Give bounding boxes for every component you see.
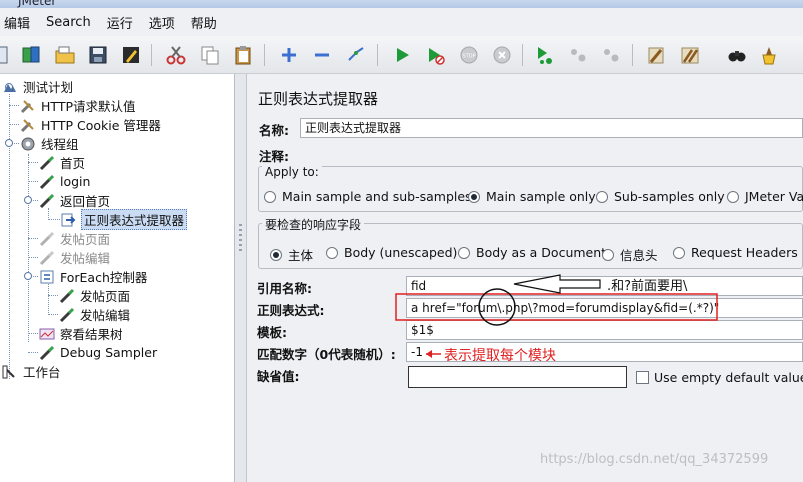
tree-node-return-home[interactable]: 返回首页: [39, 191, 110, 210]
remote-stop-icon[interactable]: [564, 41, 592, 69]
field-body-unescaped-radio[interactable]: Body (unescaped): [326, 245, 457, 260]
tree-node-view-results-tree[interactable]: 察看结果树: [39, 324, 123, 343]
edit-icon[interactable]: [117, 41, 145, 69]
sampler-pipette-icon: [39, 193, 55, 209]
tree-node-thread-group[interactable]: 线程组: [20, 134, 79, 153]
menu-search[interactable]: Search: [42, 15, 95, 30]
tree-node-foreach-controller[interactable]: ForEach控制器: [39, 267, 147, 286]
paste-icon[interactable]: [229, 41, 257, 69]
escape-note: .和?前面要用\: [607, 279, 688, 294]
sampler-pipette-icon: [39, 345, 55, 361]
cut-icon[interactable]: [162, 41, 190, 69]
open-icon[interactable]: [0, 41, 14, 69]
panel-title: 正则表达式提取器: [258, 90, 379, 108]
start-no-pause-icon[interactable]: [421, 41, 449, 69]
tree-toggle-foreach[interactable]: [24, 272, 32, 280]
start-icon[interactable]: [388, 41, 416, 69]
sampler-pipette-icon: [39, 231, 55, 247]
template-input[interactable]: $1$: [406, 320, 803, 340]
name-input[interactable]: 正则表达式提取器: [300, 118, 803, 138]
remote-shutdown-icon[interactable]: [597, 41, 625, 69]
apply-main-only-radio[interactable]: Main sample only: [468, 189, 596, 204]
apply-main-and-sub-radio[interactable]: Main sample and sub-samples: [264, 189, 472, 204]
controller-icon: [39, 269, 55, 285]
menu-help[interactable]: 帮助: [187, 13, 221, 32]
match-note: 表示提取每个模块: [444, 348, 556, 364]
test-plan-tree: 测试计划 HTTP请求默认值 HTTP Cookie 管理器 线程组 首页 lo…: [0, 74, 235, 482]
templates-icon[interactable]: [17, 41, 45, 69]
window-title: JMeter: [18, 0, 57, 8]
comment-label: 注释:: [259, 149, 289, 164]
workbench-icon: [2, 364, 18, 380]
tree-node-post-edit-disabled[interactable]: 发帖编辑: [39, 248, 110, 267]
sampler-pipette-icon: [39, 155, 55, 171]
toolbar: STOP: [0, 36, 803, 74]
save-icon[interactable]: [84, 41, 112, 69]
match-no-label: 匹配数字（0代表随机）:: [257, 347, 396, 362]
gear-icon: [20, 136, 36, 152]
tree-node-cookie-manager[interactable]: HTTP Cookie 管理器: [20, 115, 161, 134]
regex-input[interactable]: a href="forum\.php\?mod=forumdisplay&fid…: [406, 298, 803, 318]
tree-node-post-page[interactable]: 发帖页面: [59, 286, 130, 305]
field-body-radio[interactable]: 主体: [270, 245, 313, 264]
reset-search-icon[interactable]: [755, 41, 783, 69]
response-field-title: 要检查的响应字段: [262, 216, 365, 233]
tree-node-post-edit[interactable]: 发帖编辑: [59, 305, 130, 324]
default-value-input[interactable]: [408, 366, 627, 388]
collapse-icon[interactable]: [308, 41, 336, 69]
copy-icon[interactable]: [196, 41, 224, 69]
apply-sub-only-radio[interactable]: Sub-samples only: [596, 189, 725, 204]
apply-jmeter-var-radio[interactable]: JMeter Var: [727, 189, 803, 204]
sampler-pipette-icon: [59, 307, 75, 323]
menu-options[interactable]: 选项: [145, 13, 179, 32]
menu-edit[interactable]: 编辑: [0, 13, 34, 32]
toggle-icon[interactable]: [342, 41, 370, 69]
tree-node-post-page-disabled[interactable]: 发帖页面: [39, 229, 110, 248]
tree-toggle-thread-group[interactable]: [5, 139, 13, 147]
tree-node-home[interactable]: 首页: [39, 153, 85, 172]
clear-all-icon[interactable]: [676, 41, 704, 69]
tree-node-debug-sampler[interactable]: Debug Sampler: [39, 343, 157, 362]
tree-node-http-defaults[interactable]: HTTP请求默认值: [20, 96, 136, 115]
remote-start-icon[interactable]: [531, 41, 559, 69]
sampler-pipette-icon: [59, 288, 75, 304]
tree-node-workbench[interactable]: 工作台: [2, 362, 61, 381]
config-wrench-icon: [20, 98, 36, 114]
search-icon[interactable]: [723, 41, 751, 69]
tree-node-login[interactable]: login: [39, 172, 90, 191]
post-processor-arrow-icon: [60, 212, 76, 228]
tree-node-test-plan[interactable]: 测试计划: [2, 77, 73, 96]
sampler-pipette-icon: [39, 250, 55, 266]
listener-chart-icon: [39, 326, 55, 342]
comment-input[interactable]: [298, 144, 803, 164]
shutdown-icon[interactable]: [488, 41, 516, 69]
default-value-label: 缺省值:: [257, 369, 300, 384]
watermark: https://blog.csdn.net/qq_34372599: [540, 452, 769, 467]
tree-toggle-return-home[interactable]: [24, 196, 32, 204]
field-headers-radio[interactable]: 信息头: [602, 245, 658, 264]
window-titlebar: JMeter: [0, 0, 803, 8]
regex-label: 正则表达式:: [257, 303, 325, 318]
template-label: 模板:: [257, 325, 287, 340]
menu-bar: 编辑 Search 运行 选项 帮助: [0, 8, 803, 36]
folder-open-icon[interactable]: [51, 41, 79, 69]
test-plan-icon: [2, 79, 18, 95]
field-request-headers-radio[interactable]: Request Headers: [673, 245, 798, 260]
sampler-pipette-icon: [39, 174, 55, 190]
panel-splitter[interactable]: [235, 74, 247, 482]
apply-to-title: Apply to:: [262, 165, 322, 179]
tree-node-regex-extractor[interactable]: 正则表达式提取器: [60, 209, 188, 230]
use-empty-default-checkbox[interactable]: Use empty default value: [636, 370, 803, 385]
ref-name-input[interactable]: fid: [406, 276, 803, 296]
svg-text:STOP: STOP: [462, 54, 475, 60]
clear-icon[interactable]: [642, 41, 670, 69]
menu-run[interactable]: 运行: [103, 13, 137, 32]
ref-name-label: 引用名称:: [257, 281, 312, 296]
field-body-document-radio[interactable]: Body as a Document: [458, 245, 606, 260]
stop-icon[interactable]: STOP: [455, 41, 483, 69]
regex-extractor-panel: 正则表达式提取器 名称: 正则表达式提取器 注释: Apply to: Main…: [248, 74, 803, 482]
expand-icon[interactable]: [275, 41, 303, 69]
config-wrench-icon: [20, 117, 36, 133]
name-label: 名称:: [259, 123, 289, 138]
